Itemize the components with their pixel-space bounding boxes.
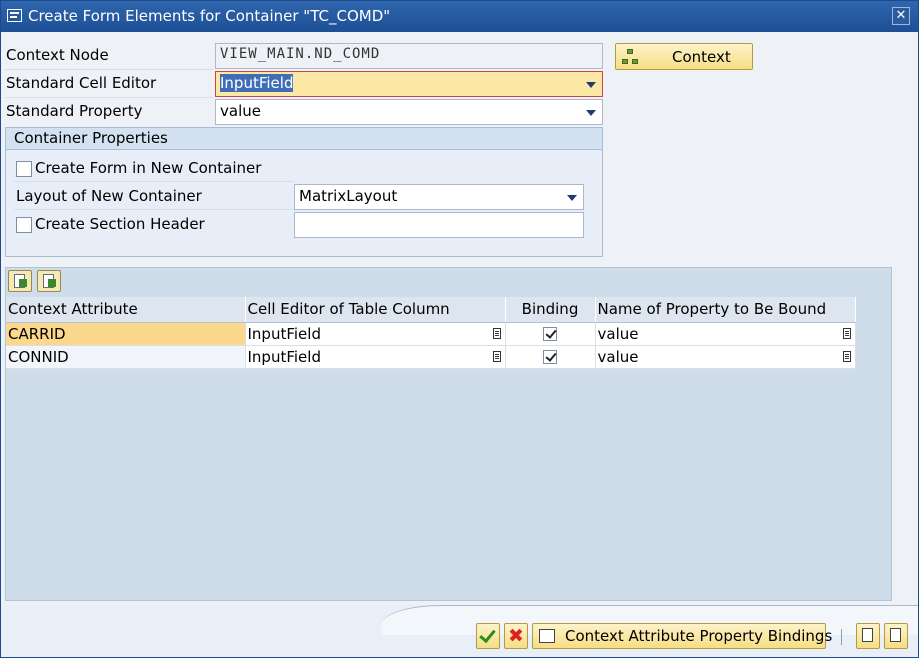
group-header: Container Properties [6,128,602,150]
checkmark-icon [479,625,496,644]
attribute-cell[interactable]: CARRID [6,322,246,346]
container-properties-group: Container Properties Create Form in New … [5,127,603,257]
create-form-label: Create Form in New Container [35,159,262,177]
column-header[interactable]: Context Attribute [6,297,246,323]
editor-cell[interactable]: InputField [245,322,506,346]
hierarchy-icon [622,49,640,65]
context-button-label: Context [672,48,731,66]
context-node-label: Context Node [6,46,109,64]
attribute-cell[interactable]: CONNID [6,345,246,369]
attribute-table-area: Context Attribute Cell Editor of Table C… [5,267,892,601]
editor-cell[interactable]: InputField [245,345,506,369]
confirm-button[interactable] [476,623,500,649]
value-help-icon[interactable] [842,327,851,339]
dialog-window: Create Form Elements for Container "TC_C… [0,0,919,658]
property-cell[interactable]: value [595,322,856,346]
value-help-icon[interactable] [492,327,501,339]
column-header[interactable]: Binding [505,297,596,323]
standard-property-value: value [220,102,261,120]
column-header[interactable]: Cell Editor of Table Column [245,297,506,323]
cancel-icon: ✖ [508,625,524,647]
standard-property-dropdown[interactable]: value [215,99,603,125]
chevron-down-icon[interactable] [586,110,596,116]
context-node-value: VIEW_MAIN.ND_COMD [220,46,381,62]
value-help-icon[interactable] [842,350,851,362]
container-properties-title: Container Properties [14,129,168,147]
binding-checkbox[interactable] [543,326,557,341]
binding-cell[interactable] [505,345,596,369]
footer-toolbar: ✖ Context Attribute Property Bindings [1,605,918,657]
section-header-label: Create Section Header [35,215,205,233]
move-up-icon[interactable] [8,270,32,292]
context-attribute-property-bindings-button[interactable]: Context Attribute Property Bindings [532,623,832,649]
value-help-icon[interactable] [492,350,501,362]
close-icon[interactable]: ✕ [892,7,910,25]
section-header-input[interactable] [294,212,584,238]
select-all-icon[interactable] [856,623,880,649]
bindings-button-label: Context Attribute Property Bindings [565,627,833,645]
table-row[interactable]: CONNID InputField value [6,345,856,369]
chevron-down-icon[interactable] [586,82,596,88]
binding-cell[interactable] [505,322,596,346]
table-row[interactable]: CARRID InputField value [6,322,856,346]
title-bar: Create Form Elements for Container "TC_C… [1,1,918,32]
context-node-field: VIEW_MAIN.ND_COMD [215,43,603,69]
cancel-button[interactable]: ✖ [504,623,528,649]
section-header-checkbox[interactable] [16,217,32,233]
attribute-table: Context Attribute Cell Editor of Table C… [6,297,856,369]
deselect-all-icon[interactable] [884,623,908,649]
form-icon [7,9,22,22]
standard-cell-editor-dropdown[interactable]: InputField [215,71,603,97]
standard-property-label: Standard Property [6,102,143,120]
layout-label: Layout of New Container [16,187,202,205]
move-down-icon[interactable] [37,270,61,292]
window-title: Create Form Elements for Container "TC_C… [28,7,391,25]
layout-value: MatrixLayout [299,187,398,205]
create-form-checkbox[interactable] [16,161,32,177]
standard-cell-editor-label: Standard Cell Editor [6,74,157,92]
property-cell[interactable]: value [595,345,856,369]
standard-cell-editor-value: InputField [220,74,294,92]
chevron-down-icon[interactable] [567,195,577,201]
context-button[interactable]: Context [615,43,753,70]
layout-dropdown[interactable]: MatrixLayout [294,184,584,210]
bindings-icon [539,629,555,643]
column-header[interactable]: Name of Property to Be Bound [595,297,856,323]
binding-checkbox[interactable] [543,349,557,364]
